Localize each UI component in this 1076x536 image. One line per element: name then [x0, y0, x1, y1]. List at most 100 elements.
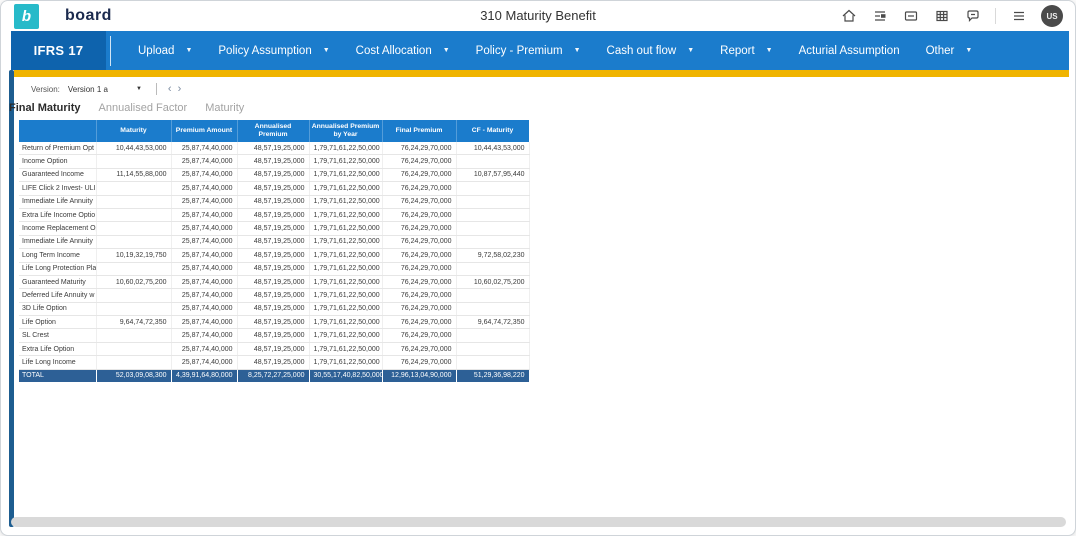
value-cell[interactable]: 48,57,19,25,000: [237, 235, 309, 248]
column-header-blank[interactable]: [19, 120, 96, 142]
home-icon[interactable]: [840, 8, 857, 25]
row-label-cell[interactable]: Guaranteed Income: [19, 168, 96, 181]
row-label-cell[interactable]: Income Replacement Op: [19, 222, 96, 235]
value-cell[interactable]: 30,55,17,40,82,50,000: [309, 369, 382, 382]
row-label-cell[interactable]: Life Option: [19, 316, 96, 329]
value-cell[interactable]: 9,72,58,02,230: [456, 249, 529, 262]
column-header-final-premium[interactable]: Final Premium: [382, 120, 456, 142]
value-cell[interactable]: 1,79,71,61,22,50,000: [309, 208, 382, 221]
screens-icon[interactable]: [871, 8, 888, 25]
value-cell[interactable]: 76,24,29,70,000: [382, 155, 456, 168]
value-cell[interactable]: 1,79,71,61,22,50,000: [309, 289, 382, 302]
value-cell[interactable]: [456, 302, 529, 315]
value-cell[interactable]: 76,24,29,70,000: [382, 329, 456, 342]
value-cell[interactable]: [456, 289, 529, 302]
value-cell[interactable]: [96, 195, 171, 208]
value-cell[interactable]: 11,14,55,88,000: [96, 168, 171, 181]
value-cell[interactable]: 76,24,29,70,000: [382, 356, 456, 369]
value-cell[interactable]: 48,57,19,25,000: [237, 249, 309, 262]
value-cell[interactable]: 25,87,74,40,000: [171, 168, 237, 181]
next-version-button[interactable]: ›: [175, 84, 185, 94]
value-cell[interactable]: 48,57,19,25,000: [237, 142, 309, 155]
value-cell[interactable]: 25,87,74,40,000: [171, 302, 237, 315]
value-cell[interactable]: 9,64,74,72,350: [456, 316, 529, 329]
column-header-premium-amount[interactable]: Premium Amount: [171, 120, 237, 142]
value-cell[interactable]: 1,79,71,61,22,50,000: [309, 262, 382, 275]
value-cell[interactable]: 25,87,74,40,000: [171, 195, 237, 208]
value-cell[interactable]: 25,87,74,40,000: [171, 316, 237, 329]
value-cell[interactable]: 76,24,29,70,000: [382, 289, 456, 302]
value-cell[interactable]: 48,57,19,25,000: [237, 329, 309, 342]
value-cell[interactable]: 48,57,19,25,000: [237, 262, 309, 275]
value-cell[interactable]: [456, 222, 529, 235]
value-cell[interactable]: [96, 329, 171, 342]
value-cell[interactable]: [456, 208, 529, 221]
value-cell[interactable]: 1,79,71,61,22,50,000: [309, 195, 382, 208]
value-cell[interactable]: 76,24,29,70,000: [382, 208, 456, 221]
value-cell[interactable]: [456, 195, 529, 208]
value-cell[interactable]: 10,87,57,95,440: [456, 168, 529, 181]
row-label-cell[interactable]: Guaranteed Maturity: [19, 275, 96, 288]
value-cell[interactable]: 12,96,13,04,90,000: [382, 369, 456, 382]
nav-item-other[interactable]: Other▼: [913, 45, 986, 57]
value-cell[interactable]: 4,39,91,64,80,000: [171, 369, 237, 382]
value-cell[interactable]: 1,79,71,61,22,50,000: [309, 356, 382, 369]
horizontal-scrollbar[interactable]: [11, 517, 1066, 527]
value-cell[interactable]: 48,57,19,25,000: [237, 342, 309, 355]
value-cell[interactable]: 48,57,19,25,000: [237, 302, 309, 315]
vertical-scrollbar[interactable]: [9, 70, 14, 527]
mail-icon[interactable]: [902, 8, 919, 25]
value-cell[interactable]: 10,60,02,75,200: [96, 275, 171, 288]
row-label-cell[interactable]: SL Crest: [19, 329, 96, 342]
row-label-cell[interactable]: Immediate Life Annuity: [19, 195, 96, 208]
row-label-cell[interactable]: Life Long Income: [19, 356, 96, 369]
value-cell[interactable]: 1,79,71,61,22,50,000: [309, 249, 382, 262]
value-cell[interactable]: 76,24,29,70,000: [382, 168, 456, 181]
value-cell[interactable]: 25,87,74,40,000: [171, 222, 237, 235]
row-label-cell[interactable]: Extra Life Option: [19, 342, 96, 355]
value-cell[interactable]: [96, 208, 171, 221]
tab-maturity[interactable]: Maturity: [205, 102, 244, 114]
value-cell[interactable]: [456, 235, 529, 248]
nav-item-cost-allocation[interactable]: Cost Allocation▼: [343, 45, 463, 57]
capsules-icon[interactable]: [933, 8, 950, 25]
value-cell[interactable]: 25,87,74,40,000: [171, 142, 237, 155]
value-cell[interactable]: [96, 342, 171, 355]
nav-item-upload[interactable]: Upload▼: [125, 45, 205, 57]
value-cell[interactable]: [96, 235, 171, 248]
value-cell[interactable]: 48,57,19,25,000: [237, 195, 309, 208]
value-cell[interactable]: 25,87,74,40,000: [171, 155, 237, 168]
tab-final-maturity[interactable]: Final Maturity: [9, 102, 81, 114]
value-cell[interactable]: 9,64,74,72,350: [96, 316, 171, 329]
value-cell[interactable]: 1,79,71,61,22,50,000: [309, 302, 382, 315]
value-cell[interactable]: 25,87,74,40,000: [171, 329, 237, 342]
value-cell[interactable]: 52,03,09,08,300: [96, 369, 171, 382]
value-cell[interactable]: 76,24,29,70,000: [382, 235, 456, 248]
value-cell[interactable]: 76,24,29,70,000: [382, 222, 456, 235]
row-label-cell[interactable]: Long Term Income: [19, 249, 96, 262]
value-cell[interactable]: 48,57,19,25,000: [237, 289, 309, 302]
version-select[interactable]: Version 1 a ▼: [68, 85, 148, 94]
value-cell[interactable]: 76,24,29,70,000: [382, 316, 456, 329]
value-cell[interactable]: [96, 222, 171, 235]
value-cell[interactable]: 1,79,71,61,22,50,000: [309, 182, 382, 195]
value-cell[interactable]: 1,79,71,61,22,50,000: [309, 155, 382, 168]
row-label-cell[interactable]: Return of Premium Opt: [19, 142, 96, 155]
value-cell[interactable]: [456, 182, 529, 195]
value-cell[interactable]: 48,57,19,25,000: [237, 356, 309, 369]
row-label-cell[interactable]: 3D Life Option: [19, 302, 96, 315]
value-cell[interactable]: [456, 262, 529, 275]
value-cell[interactable]: 10,60,02,75,200: [456, 275, 529, 288]
value-cell[interactable]: 1,79,71,61,22,50,000: [309, 222, 382, 235]
value-cell[interactable]: 10,44,43,53,000: [456, 142, 529, 155]
value-cell[interactable]: 25,87,74,40,000: [171, 208, 237, 221]
menu-icon[interactable]: [1010, 8, 1027, 25]
value-cell[interactable]: 48,57,19,25,000: [237, 316, 309, 329]
value-cell[interactable]: 1,79,71,61,22,50,000: [309, 329, 382, 342]
value-cell[interactable]: [456, 155, 529, 168]
value-cell[interactable]: 25,87,74,40,000: [171, 356, 237, 369]
value-cell[interactable]: [96, 356, 171, 369]
column-header-annualised-premium[interactable]: Annualised Premium: [237, 120, 309, 142]
value-cell[interactable]: 76,24,29,70,000: [382, 262, 456, 275]
value-cell[interactable]: 1,79,71,61,22,50,000: [309, 316, 382, 329]
